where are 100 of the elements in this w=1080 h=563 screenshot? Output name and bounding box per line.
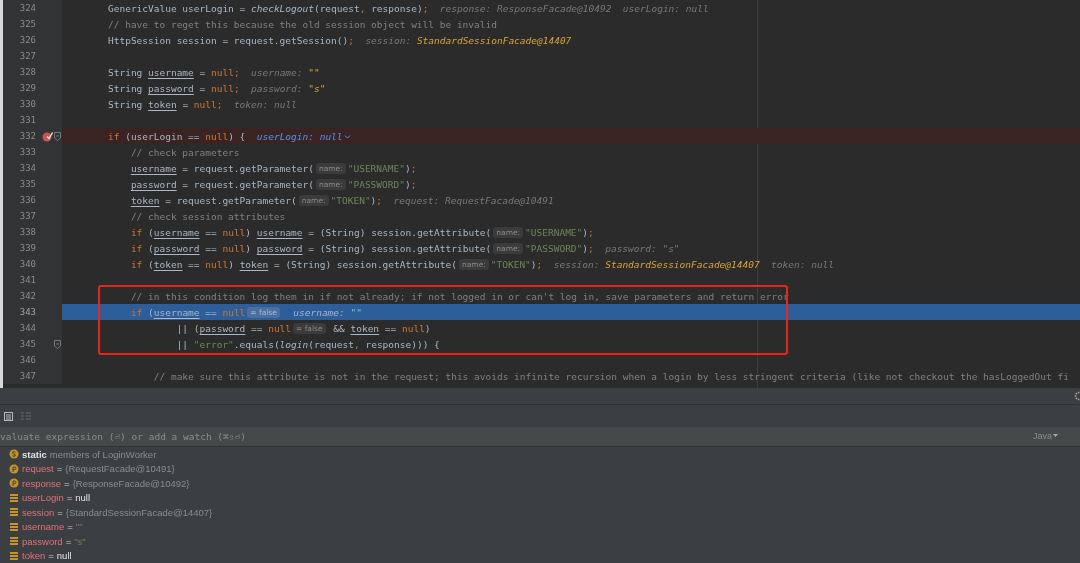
line-number: 327 [18,51,36,61]
code-text: = [199,66,207,78]
keyword: if [130,242,143,254]
code-text: ( [148,242,154,254]
code-text: ( [148,258,154,270]
code-text: response) [371,2,423,14]
line-number: 337 [18,211,36,221]
code-comment: // check session attributes [130,210,286,222]
variable-row[interactable]: request = {RequestFacade@10491} [9,461,1080,476]
code-text: ) [404,178,411,190]
keyword: null [211,66,234,78]
string-literal: "TOKEN" [490,258,531,270]
caret-icon [1053,434,1058,439]
variable-row[interactable]: userLogin = null [9,490,1080,505]
code-text: ) [530,258,537,270]
variable-name: password [148,82,194,94]
keyword: null [211,82,234,94]
code-text: String [108,98,144,110]
code-text: = [199,82,207,94]
inline-value: request: RequestFacade@10491 [393,194,554,206]
inline-value: response: ResponseFacade@10492 [439,2,612,14]
line-number: 342 [18,291,36,301]
settings-icon[interactable] [1073,391,1080,402]
code-text: ; [588,226,594,238]
code-text: == [205,226,218,238]
line-number: 343 [18,307,36,317]
code-text: = [182,98,190,110]
inline-value: token: null [233,98,297,110]
code-text: = request.getParameter( [182,162,314,174]
variable-name: password [256,242,303,254]
keyword: null [222,242,246,254]
variable-name: token [350,322,380,334]
code-text: response))) { [365,338,440,350]
method-name: checkLogout [251,2,314,14]
code-text: HttpSession session = request.getSession() [108,34,349,46]
variable-name: token [148,98,177,110]
variable-row[interactable]: username = "" [9,519,1080,534]
code-text: (request [308,338,354,350]
code-text: ) [245,242,253,254]
keyword: null [205,258,229,270]
code-text: ) [404,162,411,174]
code-comment: // make sure this attribute is not in the request; this avoids infinite recursion when a login by less stringent criteria (like not checkout the hasLoggedOut fi [153,370,1069,382]
variable-name: username [153,306,200,318]
variable-row[interactable]: session = {StandardSessionFacade@14407} [9,505,1080,520]
variable-name: password [130,178,177,190]
code-text: ; [410,162,417,174]
line-number: 339 [18,243,36,253]
line-number: 325 [18,19,36,29]
code-text: ) [228,258,235,270]
code-text: String [108,82,144,94]
keyword: if [108,130,120,142]
code-text: ( [148,226,154,238]
code-text: , [359,2,366,14]
variable-name: password [199,322,246,334]
string-literal: "error" [193,338,234,350]
code-text: && [333,322,346,334]
variable-name: token [130,194,160,206]
variable-row[interactable]: token = null [9,548,1080,563]
code-text: ; [588,242,594,254]
code-text: (request [313,2,360,14]
code-text: ) [245,226,253,238]
line-number: 346 [18,355,36,365]
inline-value: session: StandardSessionFacade@14407 [365,34,572,46]
line-number: 347 [18,371,36,381]
string-literal: "USERNAME" [347,162,405,174]
fold-icon[interactable] [54,339,61,349]
inline-value: username: "" [251,66,320,78]
code-text: ( [148,306,154,318]
keyword: null [401,322,425,334]
inline-value: username: "" [293,306,362,318]
string-literal: "PASSWORD" [525,242,583,254]
code-text: ; [422,2,429,14]
code-text: = request.getParameter( [182,178,314,190]
line-number: 324 [18,3,36,13]
line-number: 331 [18,115,36,125]
breakpoint-icon[interactable] [42,130,53,142]
code-text: == [188,258,201,270]
string-literal: "USERNAME" [525,226,583,238]
line-number: 341 [18,275,36,285]
variable-row[interactable]: response = {ResponseFacade@10492} [9,476,1080,491]
code-text: ) [370,194,377,206]
code-text: || [176,338,190,350]
code-text: ; [233,66,240,78]
variable-row[interactable]: password = "s" [9,534,1080,549]
inline-value: userLogin: null [622,2,709,14]
table-icon[interactable] [4,411,13,421]
string-literal: "TOKEN" [330,194,371,206]
inline-value: password: "s" [251,82,326,94]
line-number: 329 [18,83,36,93]
code-text: || ( [176,322,200,334]
method-name: login [279,338,309,350]
code-text: ) [582,226,589,238]
code-text: = request.getParameter( [165,194,297,206]
inline-value[interactable]: userLogin: null [256,130,351,142]
keyword: null [222,226,246,238]
code-text: ; [233,82,240,94]
code-comment: // have to reget this because the old session object will be invalid [108,18,497,30]
line-number: 328 [18,67,36,77]
variable-row[interactable]: static members of LoginWorker [9,447,1080,462]
code-text: ; [376,194,383,206]
